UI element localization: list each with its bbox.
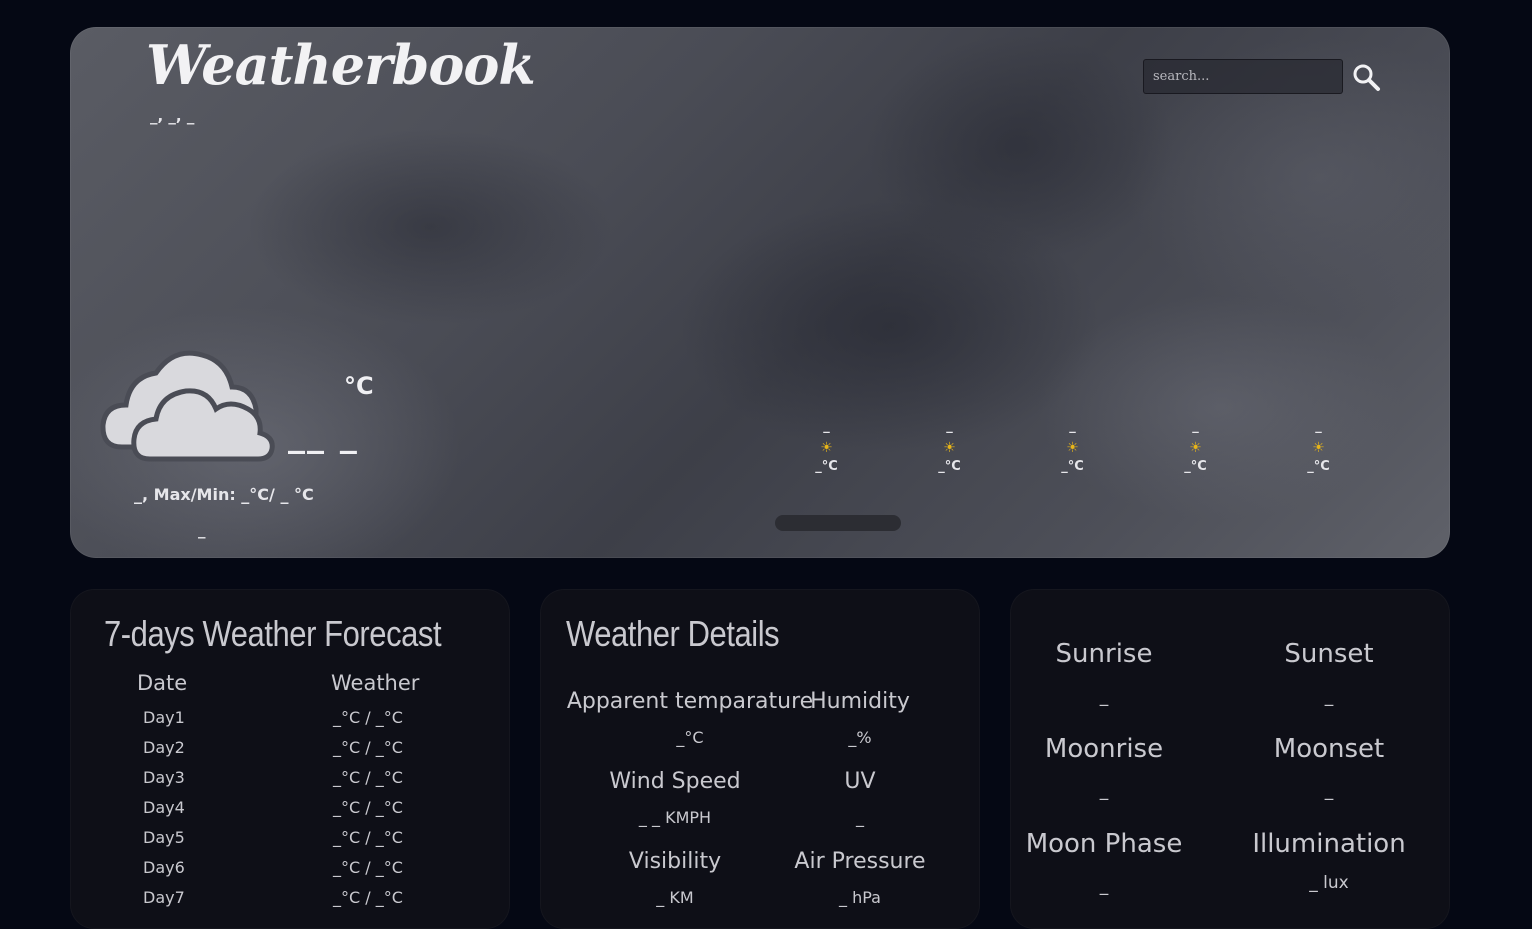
air-pressure-value: _ hPa (839, 888, 881, 907)
hourly-temp: _°C (1307, 459, 1330, 474)
humidity-value: _% (848, 728, 872, 747)
sun-icon: ☀ (820, 440, 833, 456)
forecast-date: Day3 (143, 768, 185, 787)
moonset-value: _ (1324, 781, 1334, 801)
sunrise-value: _ (1099, 687, 1109, 707)
current-subline: _ (198, 521, 206, 539)
wind-speed-value: _ _ KMPH (638, 808, 712, 827)
hourly-time: _ (1315, 419, 1322, 434)
sunset-value: _ (1324, 687, 1334, 707)
astro-card: Sunrise _ Sunset _ Moonrise _ Moonset _ … (1010, 589, 1450, 929)
search-input[interactable] (1143, 59, 1343, 94)
moonset-label: Moonset (1273, 734, 1385, 764)
hero-panel: Weatherbook _, _, _ °C __ _ _, Max/Min: … (70, 27, 1450, 558)
moon-phase-label: Moon Phase (1025, 829, 1183, 859)
humidity-label: Humidity (810, 689, 910, 714)
forecast-date: Day6 (143, 858, 185, 877)
sun-icon: ☀ (1312, 440, 1325, 456)
uv-value: _ (856, 808, 864, 827)
visibility-value: _ KM (656, 888, 694, 907)
hourly-temp: _°C (1061, 459, 1084, 474)
hourly-item: _ ☀ _°C (1257, 419, 1380, 477)
forecast-weather: _°C / _°C (333, 768, 403, 787)
forecast-weather-header: Weather (331, 671, 420, 695)
forecast-card: 7-days Weather Forecast Date Weather Day… (70, 589, 510, 929)
current-condition: _, Max/Min: _°C/ _ °C (134, 485, 314, 504)
forecast-weather: _°C / _°C (333, 858, 403, 877)
sun-icon: ☀ (1066, 440, 1079, 456)
forecast-date-header: Date (137, 671, 188, 695)
hourly-temp: _°C (1184, 459, 1207, 474)
forecast-weather: _°C / _°C (333, 888, 403, 907)
forecast-weather: _°C / _°C (333, 708, 403, 727)
hourly-item: _ ☀ _°C (1011, 419, 1134, 477)
date-line: _, _, _ (150, 107, 195, 125)
moonrise-label: Moonrise (1044, 734, 1164, 764)
forecast-date: Day7 (143, 888, 185, 907)
forecast-weather: _°C / _°C (333, 798, 403, 817)
hourly-item: _ ☀ _°C (1134, 419, 1257, 477)
forecast-date: Day1 (143, 708, 185, 727)
temperature-unit: °C (344, 372, 374, 400)
sun-icon: ☀ (1189, 440, 1202, 456)
forecast-weather: _°C / _°C (333, 828, 403, 847)
forecast-date: Day5 (143, 828, 185, 847)
search-icon (1353, 64, 1380, 91)
hourly-item: _ ☀ _°C (765, 419, 888, 477)
wind-speed-label: Wind Speed (609, 769, 741, 794)
illumination-label: Illumination (1252, 829, 1406, 859)
hourly-time: _ (1192, 419, 1199, 434)
uv-label: UV (844, 769, 876, 794)
apparent-temp-value: _°C (676, 728, 704, 747)
hourly-time: _ (1069, 419, 1076, 434)
visibility-label: Visibility (628, 849, 722, 874)
hourly-time: _ (823, 419, 830, 434)
moon-phase-value: _ (1099, 876, 1109, 896)
details-card: Weather Details Apparent temparature _°C… (540, 589, 980, 929)
forecast-date: Day4 (143, 798, 185, 817)
hourly-forecast: _ ☀ _°C _ ☀ _°C _ ☀ _°C _ ☀ _°C _ ☀ _°C (765, 419, 1380, 477)
sunrise-label: Sunrise (1055, 639, 1153, 669)
sunset-label: Sunset (1284, 639, 1374, 669)
current-temperature: __ _ (288, 415, 359, 455)
hourly-temp: _°C (815, 459, 838, 474)
sun-icon: ☀ (943, 440, 956, 456)
hourly-item: _ ☀ _°C (888, 419, 1011, 477)
hourly-scrollbar[interactable] (775, 515, 901, 531)
air-pressure-label: Air Pressure (794, 849, 926, 874)
hourly-time: _ (946, 419, 953, 434)
app-logo[interactable]: Weatherbook (146, 33, 536, 97)
details-title: Weather Details (566, 613, 780, 654)
search-button[interactable] (1350, 61, 1382, 93)
moonrise-value: _ (1099, 781, 1109, 801)
forecast-weather: _°C / _°C (333, 738, 403, 757)
apparent-temp-label: Apparent temparature (566, 689, 814, 714)
forecast-title: 7-days Weather Forecast (104, 613, 442, 654)
illumination-value: _ lux (1309, 873, 1349, 893)
hourly-temp: _°C (938, 459, 961, 474)
cloudy-icon (100, 350, 275, 462)
forecast-date: Day2 (143, 738, 185, 757)
